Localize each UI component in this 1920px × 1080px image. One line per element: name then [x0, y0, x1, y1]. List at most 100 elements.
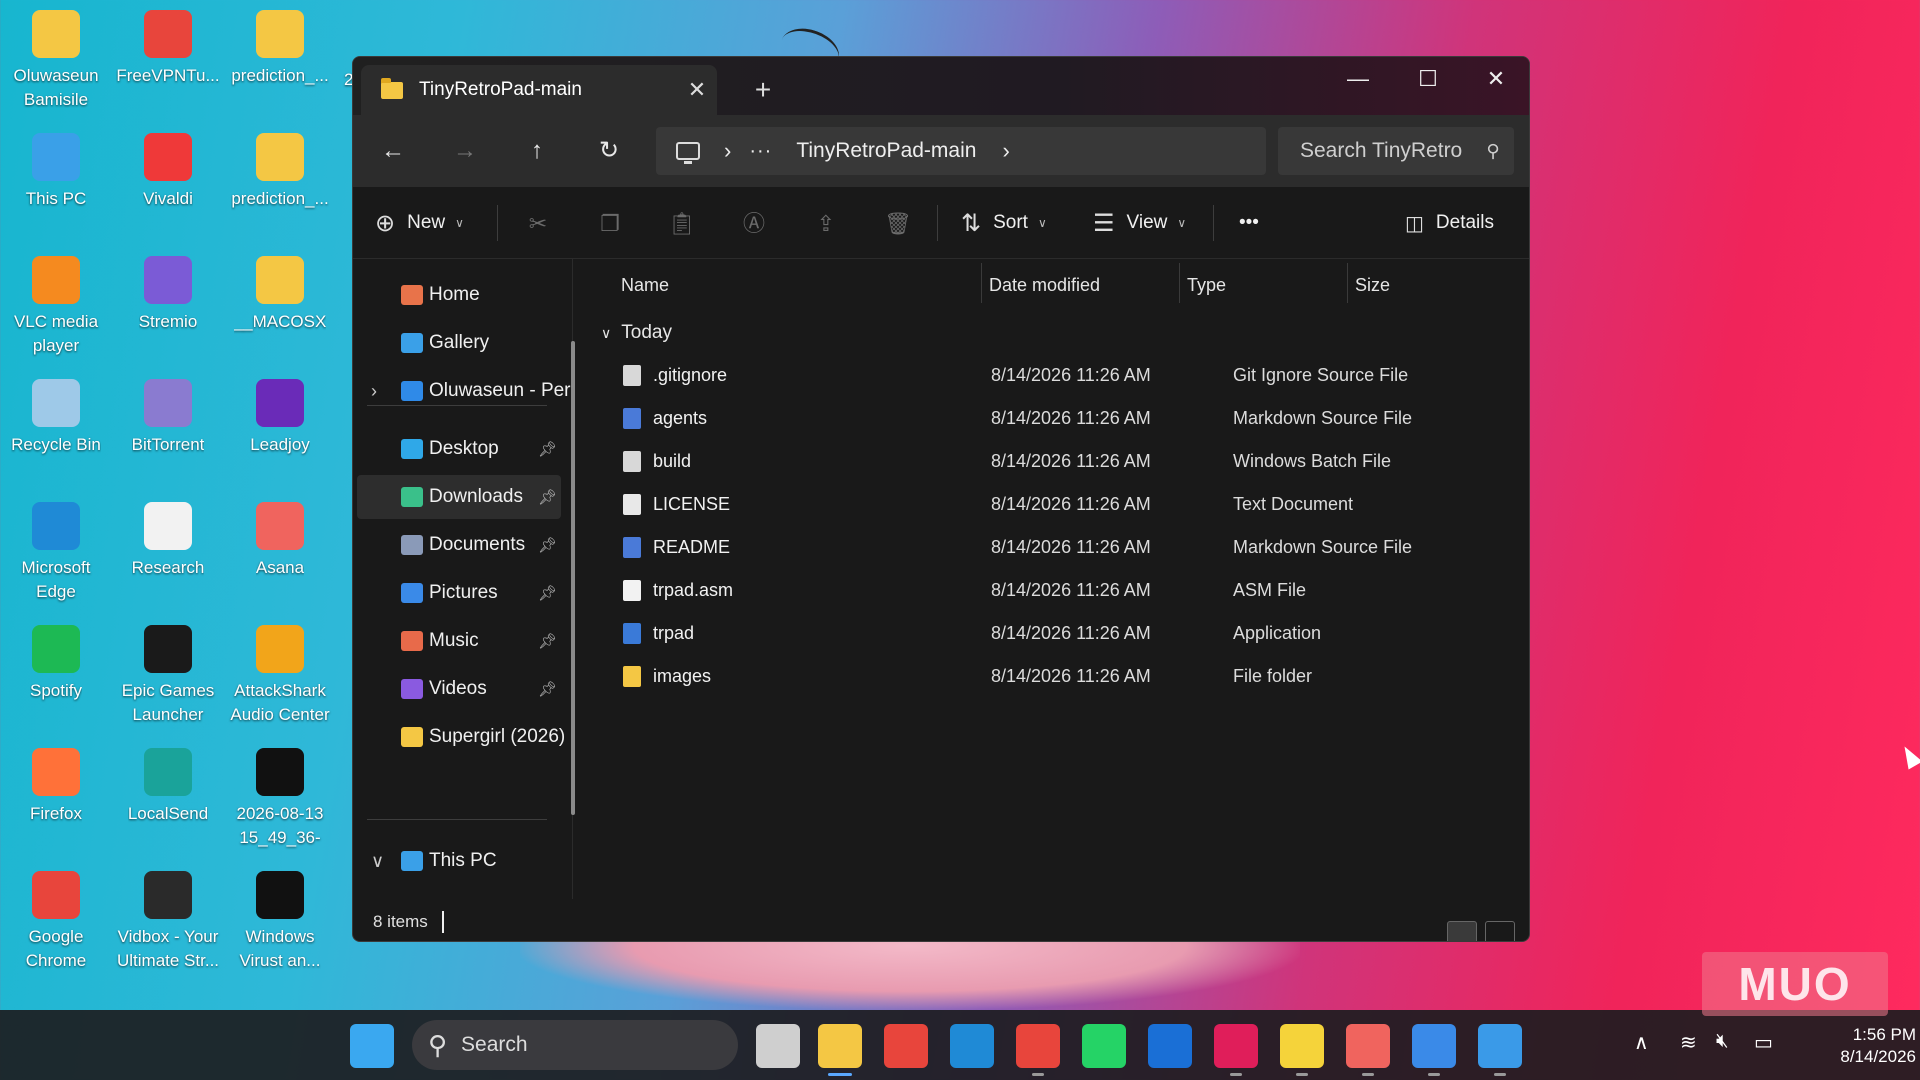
system-clock[interactable]: 1:56 PM 8/14/2026	[1800, 1024, 1916, 1068]
desktop-icon[interactable]: Oluwaseun Bamisile	[0, 0, 112, 118]
sidebar-item[interactable]: Supergirl (2026)	[357, 715, 565, 759]
chevron-right-icon[interactable]: ›	[371, 381, 377, 402]
pin-icon[interactable]: 📌︎	[538, 536, 557, 554]
share-icon[interactable]: ⇪	[809, 207, 843, 241]
new-tab-button[interactable]: +	[743, 71, 783, 111]
tab-tinyretropad[interactable]: TinyRetroPad-main ✕	[361, 65, 717, 115]
sort-button[interactable]: ⇅ Sort ∨	[961, 187, 1047, 259]
sidebar-item[interactable]: › Oluwaseun - Per	[357, 369, 571, 413]
column-separator[interactable]	[981, 263, 982, 303]
tab-close-icon[interactable]: ✕	[677, 77, 717, 103]
search-input[interactable]: Search TinyRetro ⚲	[1278, 127, 1514, 175]
forward-arrow-icon[interactable]: →	[443, 129, 487, 173]
chrome-icon[interactable]	[1016, 1024, 1060, 1076]
volume-muted-icon[interactable]: 🔇︎	[1716, 1030, 1729, 1053]
rename-icon[interactable]: Ⓐ	[737, 207, 771, 241]
up-arrow-icon[interactable]: ↑	[515, 129, 559, 173]
sidebar-item[interactable]: Home	[357, 273, 561, 317]
sidebar-item[interactable]: Downloads 📌︎	[357, 475, 561, 519]
column-header-name[interactable]: Name	[621, 259, 669, 311]
desktop-icon[interactable]: Asana	[224, 492, 336, 610]
column-separator[interactable]	[1347, 263, 1348, 303]
breadcrumb-tinyretropad[interactable]: TinyRetroPad-main	[796, 139, 976, 163]
cut-icon[interactable]: ✂	[521, 207, 555, 241]
column-header-size[interactable]: Size	[1355, 259, 1390, 311]
desktop-icon[interactable]: prediction_...	[224, 0, 336, 118]
desktop-icon[interactable]: Google Chrome	[0, 861, 112, 979]
task-view-icon[interactable]	[756, 1024, 800, 1068]
sticky-notes-icon[interactable]	[1280, 1024, 1324, 1076]
desktop-icon[interactable]: FreeVPNTu...	[112, 0, 224, 118]
sidebar-scrollbar[interactable]	[571, 341, 575, 815]
new-button[interactable]: ⊕ New ∨	[375, 187, 464, 259]
notepad-icon[interactable]	[1478, 1024, 1522, 1076]
address-bar[interactable]: › ··· TinyRetroPad-main ›	[656, 127, 1266, 175]
file-row[interactable]: trpad 8/14/2026 11:26 AM Application	[591, 612, 1529, 655]
pin-icon[interactable]: 📌︎	[538, 680, 557, 698]
photos-icon[interactable]	[1412, 1024, 1456, 1076]
delete-icon[interactable]: 🗑︎	[881, 207, 915, 241]
windows-start-icon[interactable]	[350, 1024, 394, 1068]
file-row[interactable]: .gitignore 8/14/2026 11:26 AM Git Ignore S…	[591, 354, 1529, 397]
copy-icon[interactable]: ❐	[593, 207, 627, 241]
sidebar-item[interactable]: Videos 📌︎	[357, 667, 561, 711]
desktop-icon[interactable]: Vivaldi	[112, 123, 224, 241]
desktop-icon[interactable]: Epic Games Launcher	[112, 615, 224, 733]
desktop-icon[interactable]: Microsoft Edge	[0, 492, 112, 610]
breadcrumb-separator[interactable]: ›	[724, 138, 731, 164]
back-arrow-icon[interactable]: ←	[371, 129, 415, 173]
desktop-icon[interactable]: Firefox	[0, 738, 112, 856]
file-row[interactable]: agents 8/14/2026 11:26 AM Markdown Source …	[591, 397, 1529, 440]
desktop-icon[interactable]: Research	[112, 492, 224, 610]
pin-icon[interactable]: 📌︎	[538, 488, 557, 506]
desktop-icon[interactable]: Recycle Bin	[0, 369, 112, 487]
details-button[interactable]: ◫ Details	[1405, 187, 1494, 259]
microsoft-store-icon[interactable]	[884, 1024, 928, 1068]
paste-icon[interactable]: 📋︎	[665, 207, 699, 241]
pin-icon[interactable]: 📌︎	[538, 632, 557, 650]
file-row[interactable]: images 8/14/2026 11:26 AM File folder	[591, 655, 1529, 698]
desktop-icon[interactable]: Stremio	[112, 246, 224, 364]
desktop-icon[interactable]: Spotify	[0, 615, 112, 733]
sidebar-item[interactable]: Pictures 📌︎	[357, 571, 561, 615]
view-button[interactable]: ☰ View ∨	[1093, 187, 1186, 259]
chevron-down-icon[interactable]: ∨	[371, 851, 384, 872]
trello-icon[interactable]	[1148, 1024, 1192, 1068]
desktop-icon[interactable]: Windows Virust an...	[224, 861, 336, 979]
search-icon[interactable]: ⚲	[1472, 141, 1514, 162]
taskbar-search[interactable]: ⚲ Search	[412, 1020, 738, 1070]
sidebar-item[interactable]: ∨ This PC	[357, 839, 561, 883]
column-header-type[interactable]: Type	[1187, 259, 1226, 311]
file-row[interactable]: README 8/14/2026 11:26 AM Markdown Source …	[591, 526, 1529, 569]
close-window-button[interactable]: ✕	[1461, 57, 1529, 103]
desktop-icon[interactable]: prediction_...	[224, 123, 336, 241]
asana-icon[interactable]	[1346, 1024, 1390, 1076]
slack-icon[interactable]	[1214, 1024, 1258, 1076]
wifi-icon[interactable]: ≋	[1680, 1030, 1697, 1055]
group-header-today[interactable]: ∨ Today	[601, 315, 672, 351]
show-hidden-icons-chevron-icon[interactable]: ∧	[1634, 1030, 1649, 1055]
pin-icon[interactable]: 📌︎	[538, 584, 557, 602]
breadcrumb-chevron-icon[interactable]: ›	[1002, 138, 1009, 164]
large-icons-view-icon[interactable]	[1485, 921, 1515, 941]
maximize-button[interactable]: ☐	[1393, 57, 1463, 103]
whatsapp-icon[interactable]	[1082, 1024, 1126, 1068]
minimize-button[interactable]: —	[1323, 57, 1393, 103]
edge-icon[interactable]	[950, 1024, 994, 1068]
desktop-icon[interactable]: Leadjoy	[224, 369, 336, 487]
column-header-date[interactable]: Date modified	[989, 259, 1100, 311]
desktop-icon[interactable]: 2026-08-13 15_49_36-	[224, 738, 336, 856]
file-row[interactable]: trpad.asm 8/14/2026 11:26 AM ASM File	[591, 569, 1529, 612]
desktop-icon[interactable]: VLC media player	[0, 246, 112, 364]
refresh-icon[interactable]: ↻	[587, 129, 631, 173]
column-separator[interactable]	[1179, 263, 1180, 303]
details-view-icon[interactable]	[1447, 921, 1477, 941]
file-explorer-icon[interactable]	[818, 1024, 862, 1076]
desktop-icon[interactable]: LocalSend	[112, 738, 224, 856]
more-options-button[interactable]: •••	[1239, 187, 1259, 259]
desktop-icon[interactable]: __MACOSX	[224, 246, 336, 364]
file-row[interactable]: build 8/14/2026 11:26 AM Windows Batch Fil…	[591, 440, 1529, 483]
pin-icon[interactable]: 📌︎	[538, 440, 557, 458]
sidebar-item[interactable]: Music 📌︎	[357, 619, 561, 663]
desktop-icon[interactable]: BitTorrent	[112, 369, 224, 487]
